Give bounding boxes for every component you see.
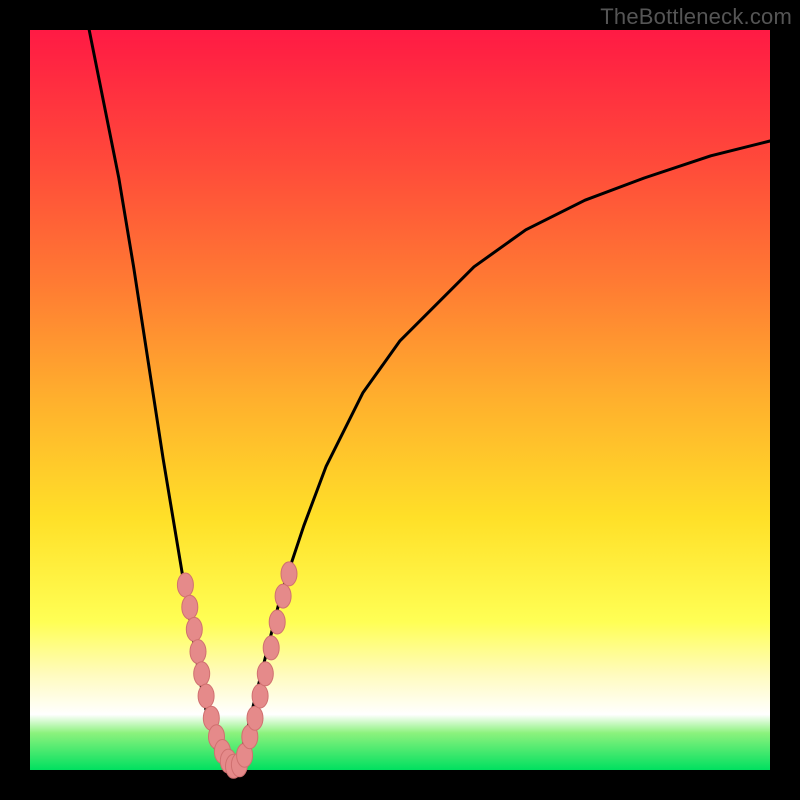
data-marker xyxy=(252,684,268,708)
data-marker xyxy=(194,662,210,686)
data-marker xyxy=(186,617,202,641)
data-marker xyxy=(247,706,263,730)
curve-right xyxy=(230,141,770,770)
chart-svg xyxy=(30,30,770,770)
marker-group xyxy=(177,562,297,778)
data-marker xyxy=(281,562,297,586)
outer-frame: TheBottleneck.com xyxy=(0,0,800,800)
curve-left xyxy=(89,30,230,770)
plot-area xyxy=(30,30,770,770)
data-marker xyxy=(257,662,273,686)
data-marker xyxy=(182,595,198,619)
data-marker xyxy=(198,684,214,708)
data-marker xyxy=(263,636,279,660)
data-marker xyxy=(190,640,206,664)
data-marker xyxy=(269,610,285,634)
data-marker xyxy=(177,573,193,597)
data-marker xyxy=(275,584,291,608)
watermark-text: TheBottleneck.com xyxy=(600,4,792,30)
